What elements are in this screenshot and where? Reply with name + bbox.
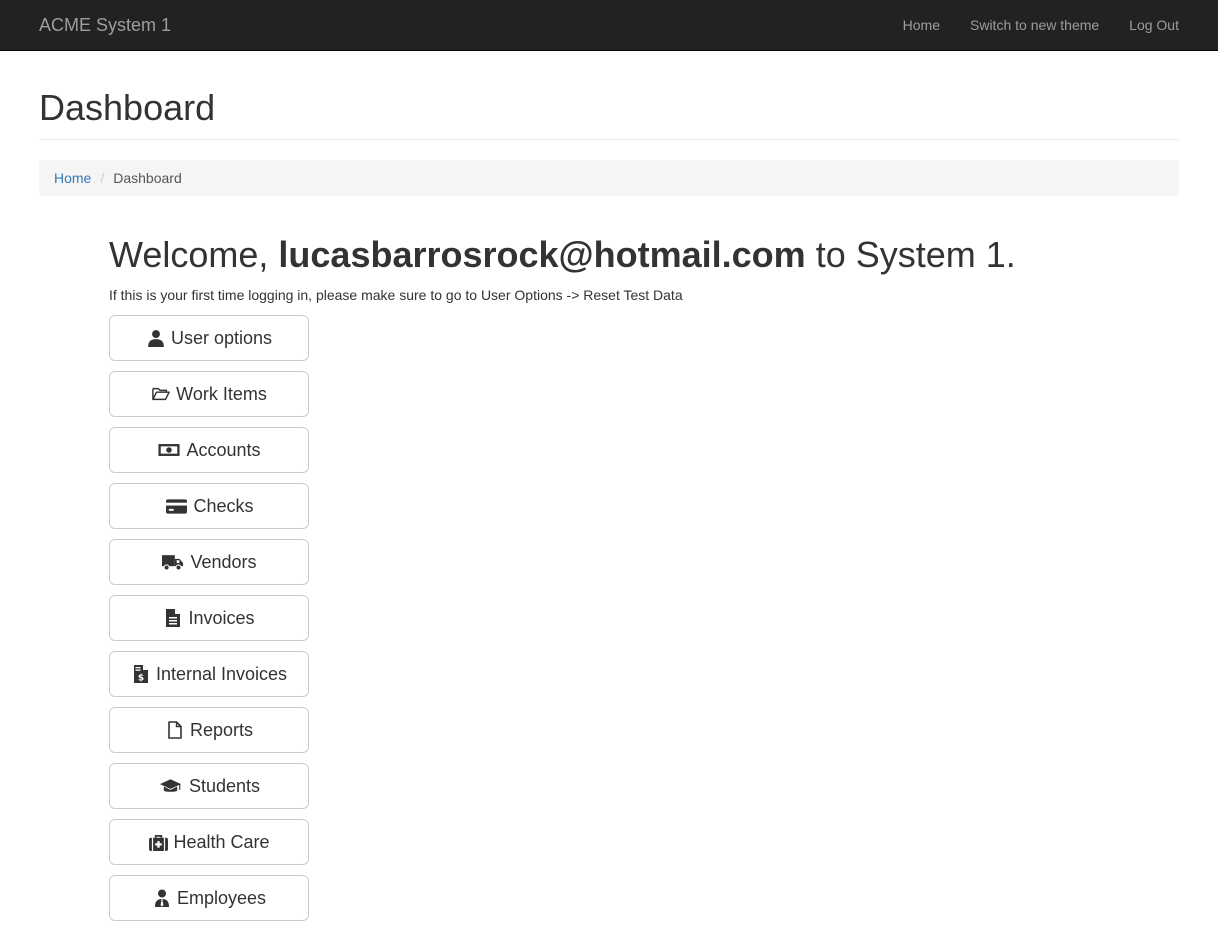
internal-invoices-label: Internal Invoices <box>155 663 288 684</box>
accounts-button[interactable]: Accounts <box>109 427 309 473</box>
user-icon <box>146 328 166 348</box>
top-navbar: ACME System 1 Home Switch to new theme L… <box>0 0 1218 51</box>
credit-card-icon <box>164 496 188 516</box>
vendors-button[interactable]: Vendors <box>109 539 309 585</box>
svg-text:$: $ <box>138 674 144 684</box>
invoices-button[interactable]: Invoices <box>109 595 309 641</box>
welcome-prefix: Welcome, <box>109 234 269 275</box>
checks-label: Checks <box>193 495 254 516</box>
work-items-label: Work Items <box>176 383 267 404</box>
money-bill-icon <box>157 440 181 460</box>
file-icon <box>165 720 185 740</box>
user-tie-icon <box>152 888 172 908</box>
employees-button[interactable]: Employees <box>109 875 309 921</box>
medkit-icon <box>148 832 168 852</box>
reports-label: Reports <box>189 719 254 740</box>
first-login-hint: If this is your first time logging in, p… <box>109 287 683 303</box>
nav-logout-link[interactable]: Log Out <box>1129 15 1179 35</box>
file-invoice-dollar-icon: $ <box>131 664 151 684</box>
breadcrumb-current: Dashboard <box>113 170 182 186</box>
folder-open-icon <box>151 384 171 404</box>
health-care-button[interactable]: Health Care <box>109 819 309 865</box>
checks-button[interactable]: Checks <box>109 483 309 529</box>
brand-title[interactable]: ACME System 1 <box>39 15 171 35</box>
welcome-email: lucasbarrosrock@hotmail.com <box>278 234 806 275</box>
nav-switch-theme-link[interactable]: Switch to new theme <box>970 15 1099 35</box>
graduation-cap-icon <box>158 776 184 796</box>
breadcrumb-separator: / <box>100 170 105 186</box>
internal-invoices-button[interactable]: $ Internal Invoices <box>109 651 309 697</box>
dashboard-menu: User options Work Items Accounts Checks … <box>109 315 309 931</box>
truck-icon <box>161 552 185 572</box>
employees-label: Employees <box>176 887 267 908</box>
invoices-label: Invoices <box>188 607 255 628</box>
file-text-icon <box>163 608 183 628</box>
students-label: Students <box>188 775 261 796</box>
work-items-button[interactable]: Work Items <box>109 371 309 417</box>
welcome-suffix: to System 1. <box>815 234 1016 275</box>
breadcrumb: Home / Dashboard <box>39 160 1179 196</box>
vendors-label: Vendors <box>190 551 257 572</box>
health-care-label: Health Care <box>173 831 270 852</box>
breadcrumb-home-link[interactable]: Home <box>54 170 91 186</box>
students-button[interactable]: Students <box>109 763 309 809</box>
navbar-links: Home Switch to new theme Log Out <box>873 0 1179 50</box>
reports-button[interactable]: Reports <box>109 707 309 753</box>
user-options-label: User options <box>170 327 273 348</box>
page-title: Dashboard <box>39 87 216 128</box>
title-divider <box>39 139 1179 140</box>
user-options-button[interactable]: User options <box>109 315 309 361</box>
accounts-label: Accounts <box>186 439 261 460</box>
nav-home-link[interactable]: Home <box>903 15 940 35</box>
welcome-heading: Welcome, lucasbarrosrock@hotmail.com to … <box>109 233 1016 277</box>
